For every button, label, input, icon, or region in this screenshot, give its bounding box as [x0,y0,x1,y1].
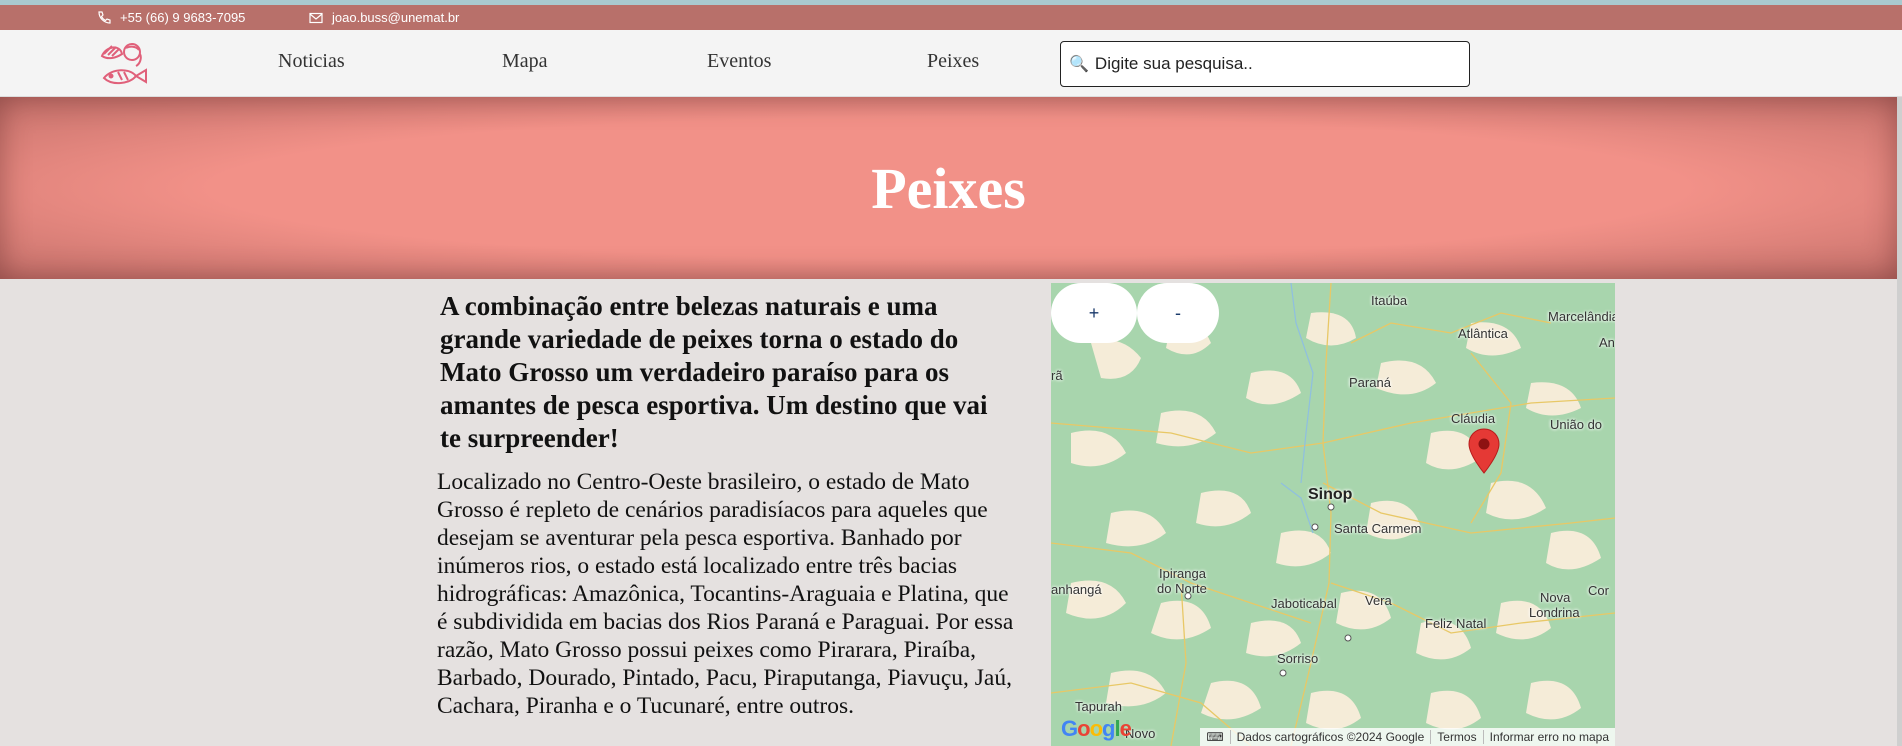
map-report-error-link[interactable]: Informar erro no mapa [1482,730,1615,744]
map-pin-icon[interactable] [1467,427,1501,475]
map-label-do-norte: do Norte [1157,581,1207,596]
main-navbar: Noticias Mapa Eventos Peixes 🔍 [0,30,1902,97]
map-terrain [1051,283,1615,746]
map-label-atlantica: Atlântica [1458,326,1508,341]
search-icon: 🔍 [1069,56,1089,73]
map-label-nova: Nova [1540,590,1571,605]
nav-noticias[interactable]: Noticias [278,50,345,73]
email-address: joao.buss@unemat.br [332,10,460,25]
nav-mapa[interactable]: Mapa [502,50,548,73]
google-logo[interactable]: Google [1061,716,1132,742]
map-data-credit: Dados cartográficos ©2024 Google [1229,730,1431,744]
map-label-vera: Vera [1365,593,1392,608]
map-label-anhanga: anhangá [1051,582,1102,597]
map-label-an: An [1599,335,1615,350]
map-label-cor: Cor [1588,583,1609,598]
contact-phone[interactable]: +55 (66) 9 9683-7095 [96,5,245,30]
phone-number: +55 (66) 9 9683-7095 [120,10,246,25]
map-label-claudia: Cláudia [1451,411,1496,426]
map-label-tapurah: Tapurah [1075,699,1122,714]
map-label-sorriso: Sorriso [1277,651,1319,666]
page-title: Peixes [871,155,1026,221]
search-input[interactable] [1094,54,1455,74]
contact-bar: +55 (66) 9 9683-7095 joao.buss@unemat.br [0,5,1902,30]
map-attribution: ⌨ Dados cartográficos ©2024 Google Termo… [1200,728,1615,746]
fish-logo-icon[interactable] [96,36,152,92]
map-label-parana: Paraná [1349,375,1391,390]
lead-paragraph: A combinação entre belezas naturais e um… [440,291,988,453]
contact-email[interactable]: joao.buss@unemat.br [308,5,459,30]
map-label-jaboticabal: Jaboticabal [1271,596,1337,611]
phone-icon [98,10,111,24]
zoom-in-button[interactable]: + [1051,283,1137,343]
map-label-itauba: Itaúba [1371,293,1408,308]
hero-banner: Peixes [0,97,1897,279]
search-box: 🔍 [1060,41,1470,87]
page-scrollbar[interactable] [1897,97,1902,746]
map-label-marcelandia: Marcelândia [1548,309,1615,324]
keyboard-shortcuts-icon[interactable]: ⌨ [1200,730,1229,744]
map-label-uniao: União do [1550,417,1603,432]
nav-peixes[interactable]: Peixes [927,50,979,73]
map-widget[interactable]: + - Itaúba Marcelândia Atlântica An rã P… [1051,283,1615,746]
map-terms-link[interactable]: Termos [1430,730,1482,744]
map-label-ra: rã [1051,368,1063,383]
map-label-sinop: Sinop [1308,486,1353,503]
nav-eventos[interactable]: Eventos [707,50,771,73]
map-label-santa-carmem: Santa Carmem [1334,521,1422,536]
map-label-feliz-natal: Feliz Natal [1425,616,1487,631]
map-label-ipiranga: Ipiranga [1159,566,1206,581]
body-paragraph: Localizado no Centro-Oeste brasileiro, o… [437,469,1014,719]
mail-icon [309,12,323,23]
zoom-out-button[interactable]: - [1137,283,1219,343]
map-label-londrina: Londrina [1529,605,1580,620]
